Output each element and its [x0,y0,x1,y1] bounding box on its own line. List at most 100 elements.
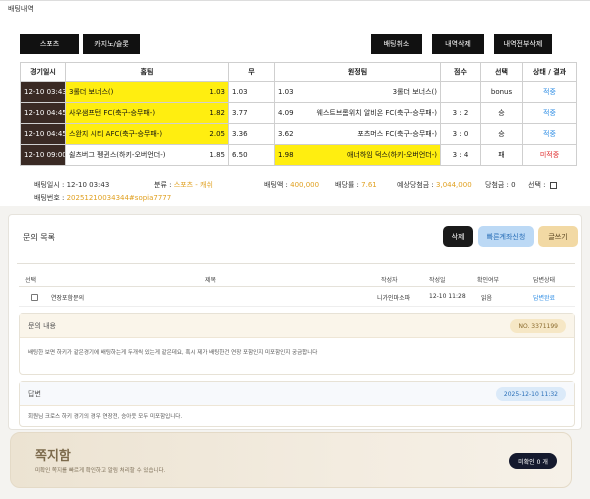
bet-row-away[interactable]: 3.62 포츠머스 FC(축구-승무패-) [274,123,441,145]
bet-row-pick: 승 [480,102,523,124]
bet-row-home-inner: 스완지 시티 AFC(축구-승무패-) 2.05 [69,129,225,139]
col-header-home: 홈팀 [65,62,229,82]
home-odds: 1.82 [209,109,225,117]
inquiry-number-badge: NO. 3371199 [510,319,566,333]
answer-text: 회원님 크로스 하키 경기의 경우 연장전, 승아웃 모두 미포함입니다. [28,414,183,420]
answer-header: 답변 2025-12-10 11:32 [20,382,574,406]
bet-row: 12-10 03:43 3롤더 보너스() 1.03 1.03 1.03 3롤더 보너스(… [20,81,577,103]
bet-select-checkbox[interactable] [549,181,557,189]
away-odds: 3.62 [278,130,294,138]
write-button[interactable]: 글쓰기 [538,226,578,247]
bet-category-label: 분류 : [154,181,174,189]
bet-row-draw[interactable]: 3.36 [228,123,275,145]
header-author: 작성자 [381,277,398,284]
bet-row-away[interactable]: 1.03 3롤더 보너스() [274,81,441,103]
bet-row-score: 3 : 2 [440,102,481,124]
message-box-subtitle: 미확인 쪽지를 빠르게 확인하고 알림 처리할 수 있습니다. [35,468,166,474]
away-team-name: 포츠머스 FC(축구-승무패-) [357,130,437,138]
bet-row-time: 12-10 04:45 [20,123,66,145]
bet-history-title: 배팅내역 [8,5,34,13]
bet-row-away[interactable]: 1.98 애너하임 덕스(하키-오버언더-) [274,144,441,166]
bet-row-draw[interactable]: 3.77 [228,102,275,124]
header-checked: 확인여부 [477,277,500,284]
bet-row-draw[interactable]: 6.50 [228,144,275,166]
bet-time: 배팅일시 : 12-10 03:43 [34,181,110,189]
bet-row-pick: 패 [480,144,523,166]
sports-button[interactable]: 스포츠 [20,34,79,54]
row-subject[interactable]: 연장포함문의 [51,293,84,302]
bet-row-score [440,81,481,103]
casino-slot-button[interactable]: 카지노/슬롯 [83,34,140,54]
bet-amount-value: 400,000 [290,181,320,189]
bet-row-status: 적중 [522,123,577,145]
bet-row-status: 미적중 [522,144,577,166]
bet-row-status: 적중 [522,81,577,103]
win-amount: 당첨금 : 0 [485,181,516,189]
header-subject: 제목 [205,277,217,284]
inquiry-content-section: 문의 내용 NO. 3371199 배팅한 보면 하키가 같은경기에 배팅하는게… [19,313,575,375]
bet-row: 12-10 09:00 쉴츠버그 펭귄스(하키-오버언더-) 1.85 6.50 1.9… [20,144,577,166]
inquiry-content-text: 배팅한 보면 하키가 같은경기에 배팅하는게 두개씩 있는게 같은데요, 혹시 … [28,350,318,356]
expected-win-value: 3,044,000 [436,181,472,189]
bet-row-time: 12-10 03:43 [20,81,66,103]
bet-row-draw[interactable]: 1.03 [228,81,275,103]
delete-button[interactable]: 삭제 [443,226,473,247]
bet-odds-value: 7.61 [361,181,377,189]
header-date: 작성일 [429,277,446,284]
delete-all-history-button[interactable]: 내역전부삭제 [494,34,552,54]
inquiry-content-header: 문의 내용 NO. 3371199 [20,314,574,338]
bet-category-value: 스포츠 - 캐쉬 [173,181,213,189]
col-header-pick: 선택 [480,62,523,82]
col-header-score: 점수 [440,62,481,82]
bet-table: 경기일시 홈팀 무 원정팀 점수 선택 상태 / 결과 12-10 03:43 3… [20,62,577,166]
bet-row: 12-10 04:45 사우샘프턴 FC(축구-승무패-) 1.82 3.77 4.09… [20,102,577,124]
bet-row-score: 3 : 0 [440,123,481,145]
col-header-draw: 무 [228,62,275,82]
away-odds: 1.03 [278,88,294,96]
home-team-name: 쉴츠버그 펭귄스(하키-오버언더-) [69,151,166,159]
bet-category: 분류 : 스포츠 - 캐쉬 [154,180,213,190]
row-reply-status: 답변완료 [533,295,556,302]
bet-row-home[interactable]: 쉴츠버그 펭귄스(하키-오버언더-) 1.85 [65,144,229,166]
bet-amount: 배팅액 : 400,000 [264,180,319,190]
bet-odds: 배당률 : 7.61 [335,180,377,190]
bet-row-home-inner: 사우샘프턴 FC(축구-승무패-) 1.82 [69,108,225,118]
bet-row-away-inner: 3.62 포츠머스 FC(축구-승무패-) [278,129,437,139]
expected-win: 예상당첨금 : 3,044,000 [397,180,472,190]
bet-row-home[interactable]: 사우샘프턴 FC(축구-승무패-) 1.82 [65,102,229,124]
bet-id-label: 배팅번호 : [34,194,67,202]
bet-row-home[interactable]: 3롤더 보너스() 1.03 [65,81,229,103]
home-odds: 1.85 [209,151,225,159]
bet-row-home-inner: 쉴츠버그 펭귄스(하키-오버언더-) 1.85 [69,150,225,160]
delete-history-button[interactable]: 내역삭제 [432,34,484,54]
bet-row-away-inner: 1.98 애너하임 덕스(하키-오버언더-) [278,150,437,160]
bet-select: 선택 : [528,180,557,190]
home-team-name: 사우샘프턴 FC(축구-승무패-) [69,109,156,117]
expected-win-label: 예상당첨금 : [397,181,437,189]
bet-row-time: 12-10 04:45 [20,102,66,124]
bet-row: 12-10 04:45 스완지 시티 AFC(축구-승무패-) 2.05 3.36 3.… [20,123,577,145]
inquiry-content-label: 문의 내용 [28,321,56,330]
message-box-title: 쪽지함 [35,449,71,464]
away-odds: 4.09 [278,109,294,117]
bet-odds-label: 배당률 : [335,181,362,189]
row-checkbox[interactable] [31,294,38,301]
inquiry-card: 문의 목록 삭제 빠른계좌신청 글쓰기 선택 제목 작성자 작성일 확인여부 답… [8,214,582,430]
quick-account-button[interactable]: 빠른계좌신청 [478,226,534,247]
away-odds: 1.98 [278,151,294,159]
unread-count-badge[interactable]: 미확인 0 개 [509,453,557,469]
bet-table-header: 경기일시 홈팀 무 원정팀 점수 선택 상태 / 결과 [20,62,577,82]
answer-label: 답변 [28,389,41,398]
cancel-bet-button[interactable]: 배팅취소 [371,34,422,54]
answer-date-badge: 2025-12-10 11:32 [495,387,566,401]
inquiry-list-title: 문의 목록 [23,233,55,242]
bet-row-away[interactable]: 4.09 웨스트브롬위치 알비온 FC(축구-승무패-) [274,102,441,124]
home-team-name: 3롤더 보너스() [69,88,114,96]
away-team-name: 애너하임 덕스(하키-오버언더-) [346,151,437,159]
bet-row-home[interactable]: 스완지 시티 AFC(축구-승무패-) 2.05 [65,123,229,145]
bet-row-time: 12-10 09:00 [20,144,66,166]
home-odds: 2.05 [209,130,225,138]
away-team-name: 웨스트브롬위치 알비온 FC(축구-승무패-) [316,109,437,117]
inquiry-row[interactable]: 연장포함문의 니가인마소파 12-10 11:28 읽음 답변완료 [19,289,575,307]
bet-row-pick: bonus [480,81,523,103]
